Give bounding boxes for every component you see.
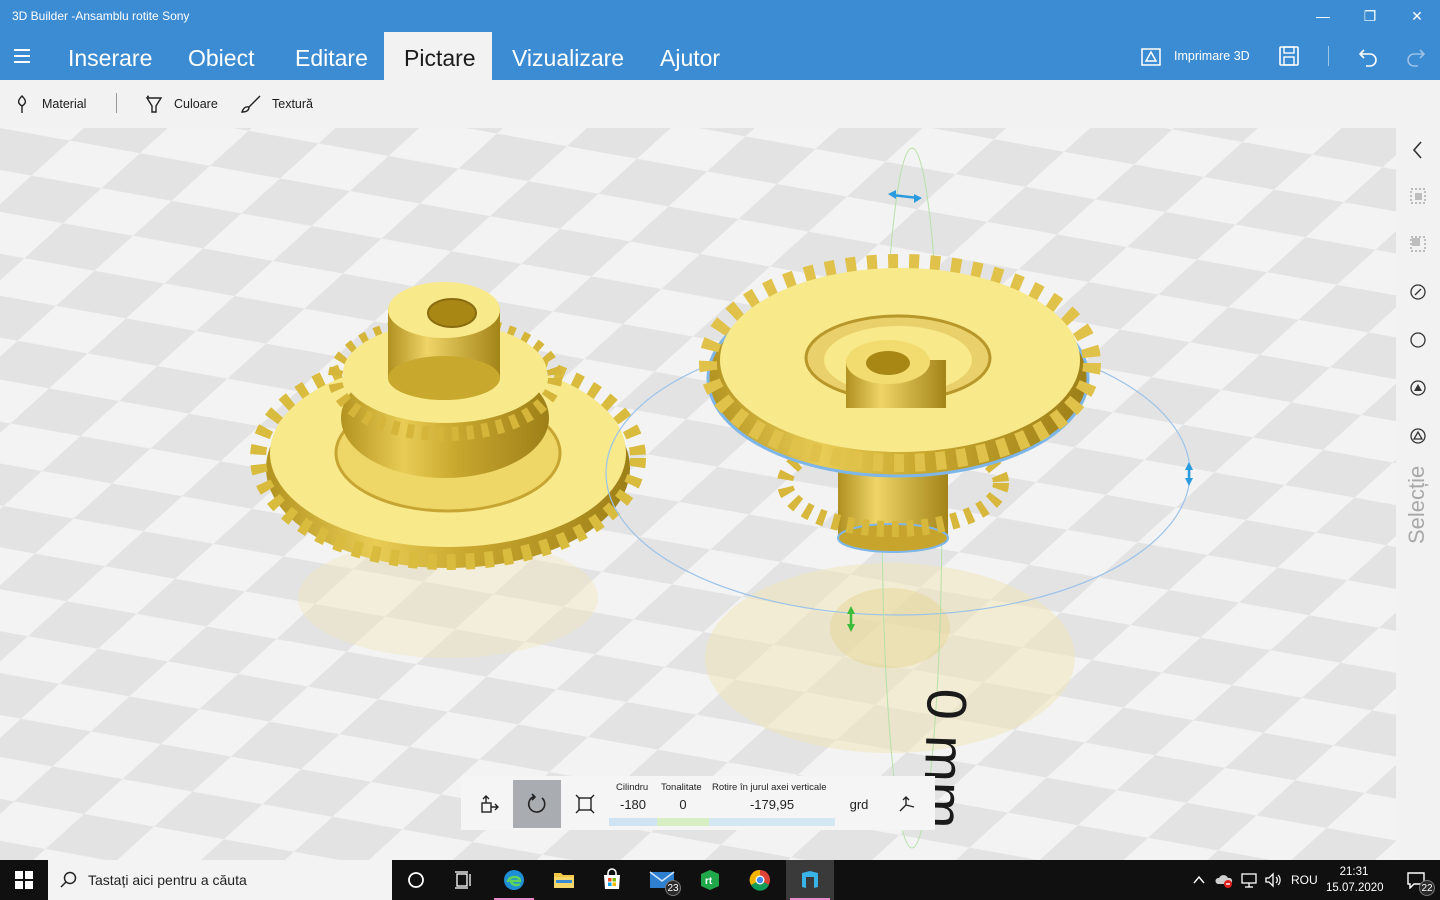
tilt-axis-bar — [657, 818, 709, 826]
select-inverse-icon[interactable] — [1406, 232, 1430, 256]
color-button[interactable]: Culoare — [144, 92, 218, 116]
title-bar: 3D Builder -Ansamblu rotite Sony — ❐ ✕ — [0, 0, 1440, 32]
paint-ribbon: Material Culoare Textură — [0, 80, 1440, 128]
print-3d-button[interactable]: Imprimare 3D — [1140, 42, 1250, 70]
taskbar-search-box[interactable]: Tastați aici pentru a căuta — [48, 860, 392, 900]
select-objects-icon[interactable] — [1406, 280, 1430, 304]
collapse-chevron-icon[interactable] — [1406, 138, 1430, 162]
print3d-icon — [1141, 48, 1161, 66]
windows-taskbar: Tastați aici pentru a căuta 23 rt ROU 21… — [0, 860, 1440, 900]
right-hub-hole — [866, 351, 910, 375]
scale-icon — [575, 794, 595, 814]
right-gear-reflection-hub — [830, 588, 950, 668]
minimize-button[interactable]: — — [1300, 0, 1346, 32]
show-hidden-icons-icon[interactable] — [1192, 874, 1206, 886]
taskbar-mail[interactable]: 23 — [638, 860, 686, 900]
select-vertices-icon[interactable] — [1406, 424, 1430, 448]
transform-toolbar: Cilindru -180 Tonalitate 0 Rotire în jur… — [461, 776, 935, 830]
rotate-tool-button[interactable] — [513, 780, 561, 828]
search-icon — [60, 871, 77, 888]
tab-pictare[interactable]: Pictare — [384, 32, 492, 80]
redo-icon[interactable] — [1404, 44, 1428, 68]
window-title: 3D Builder -Ansamblu rotite Sony — [12, 9, 190, 23]
tab-vizualizare[interactable]: Vizualizare — [492, 32, 644, 80]
windows-logo-icon — [15, 871, 33, 889]
paint-bucket-icon — [145, 95, 163, 113]
brush-icon — [241, 95, 261, 113]
3d-builder-icon — [802, 871, 818, 888]
volume-icon[interactable] — [1264, 872, 1282, 888]
selection-panel: Selecție — [1396, 128, 1440, 860]
task-view-icon — [455, 871, 471, 889]
close-button[interactable]: ✕ — [1394, 0, 1440, 32]
store-icon — [604, 868, 620, 889]
taskbar-file-explorer[interactable] — [540, 860, 588, 900]
select-all-icon[interactable] — [1406, 184, 1430, 208]
taskbar-3d-builder[interactable] — [786, 860, 834, 900]
tab-inserare[interactable]: Inserare — [48, 32, 172, 80]
material-icon — [17, 95, 27, 113]
language-indicator[interactable]: ROU — [1291, 873, 1318, 887]
menu-bar: Inserare Obiect Editare Pictare Vizualiz… — [0, 32, 1440, 80]
start-button[interactable] — [0, 860, 48, 900]
network-icon[interactable] — [1240, 872, 1258, 888]
rt-app-icon: rt — [701, 870, 719, 890]
reset-orientation-button[interactable] — [883, 780, 931, 828]
clock-date: 15.07.2020 — [1326, 882, 1384, 894]
move-tool-button[interactable] — [465, 780, 513, 828]
cortana-icon — [408, 872, 424, 888]
left-hub-bottom — [388, 356, 500, 400]
rotate-icon — [527, 793, 546, 813]
notification-badge: 22 — [1419, 880, 1435, 896]
toolbar-divider — [1328, 46, 1329, 66]
unit-label: grd — [849, 797, 869, 812]
search-placeholder: Tastați aici pentru a căuta — [88, 872, 247, 888]
maximize-button[interactable]: ❐ — [1347, 0, 1393, 32]
cylinder-label: Cilindru — [616, 782, 649, 793]
folder-icon — [554, 873, 574, 888]
taskbar-chrome[interactable] — [736, 860, 784, 900]
select-edges-icon[interactable] — [1406, 376, 1430, 400]
undo-icon[interactable] — [1356, 44, 1380, 68]
print-3d-label: Imprimare 3D — [1174, 49, 1250, 63]
texture-button[interactable]: Textură — [240, 92, 313, 116]
tilt-value[interactable]: 0 — [673, 797, 693, 812]
tab-ajutor[interactable]: Ajutor — [640, 32, 740, 80]
rotation-label: Rotire în jurul axei verticale — [712, 782, 827, 793]
move-icon — [481, 795, 499, 813]
chrome-icon — [749, 869, 770, 891]
color-label: Culoare — [174, 97, 218, 111]
edge-icon — [504, 870, 524, 890]
texture-label: Textură — [272, 97, 313, 111]
clock-time: 21:31 — [1339, 866, 1369, 878]
cylinder-axis-bar — [609, 818, 657, 826]
svg-text:rt: rt — [705, 876, 713, 887]
tilt-label: Tonalitate — [661, 782, 702, 793]
selection-label: Selecție — [1404, 465, 1429, 545]
taskbar-edge[interactable] — [490, 860, 538, 900]
rotation-axis-bar — [709, 818, 835, 826]
scale-tool-button[interactable] — [561, 780, 609, 828]
material-label: Material — [42, 97, 87, 111]
tab-obiect[interactable]: Obiect — [168, 32, 274, 80]
taskbar-store[interactable] — [588, 860, 636, 900]
clock[interactable]: 21:31 15.07.2020 — [1326, 864, 1384, 896]
material-button[interactable]: Material — [12, 92, 86, 116]
select-faces-icon[interactable] — [1406, 328, 1430, 352]
hamburger-icon[interactable] — [8, 42, 36, 70]
cylinder-value[interactable]: -180 — [614, 797, 652, 812]
rotation-value[interactable]: -179,95 — [733, 797, 811, 812]
3d-viewport[interactable]: 0 mm — [0, 128, 1396, 860]
tab-editare[interactable]: Editare — [275, 32, 388, 80]
notifications-button[interactable]: 22 — [1392, 860, 1440, 900]
cortana-button[interactable] — [392, 860, 440, 900]
taskbar-green-app[interactable]: rt — [686, 860, 734, 900]
axes-icon — [899, 796, 915, 812]
mail-badge: 23 — [665, 880, 681, 896]
3d-scene[interactable]: 0 mm — [0, 128, 1396, 860]
onedrive-icon[interactable] — [1214, 872, 1234, 888]
ribbon-divider — [116, 93, 117, 113]
save-icon[interactable] — [1277, 44, 1301, 68]
task-view-button[interactable] — [440, 860, 488, 900]
